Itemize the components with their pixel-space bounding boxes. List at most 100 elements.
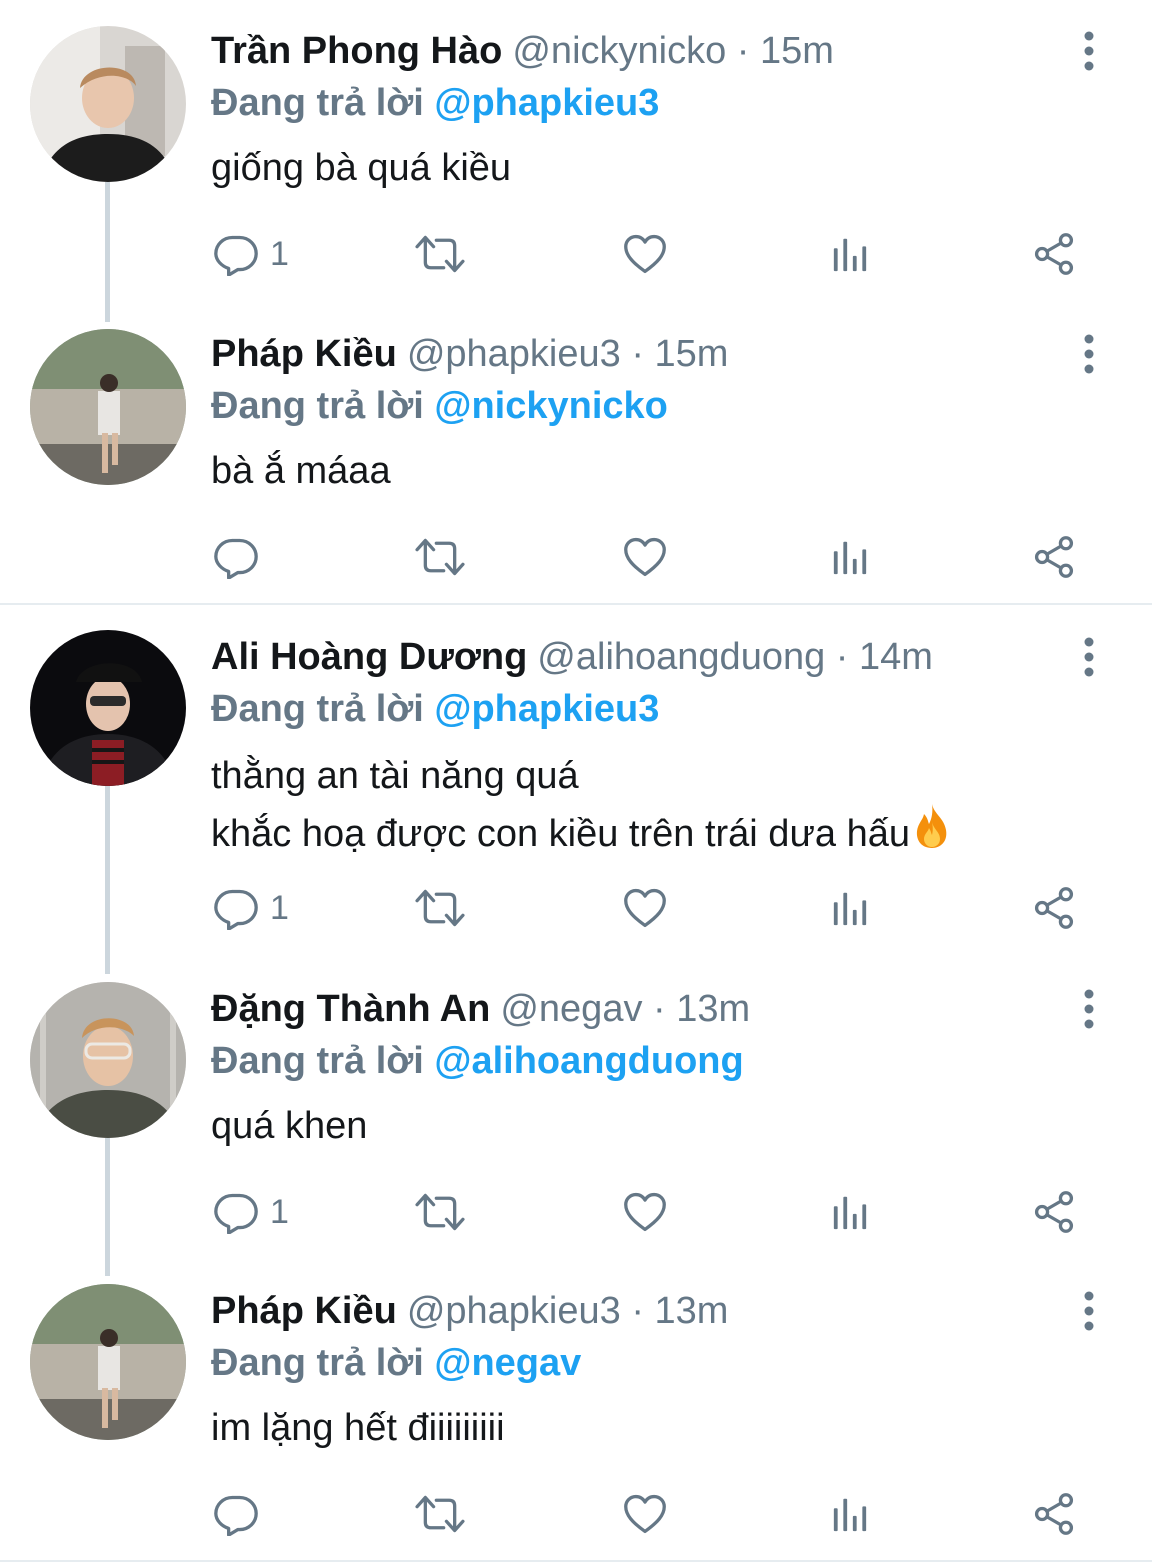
like-button[interactable] xyxy=(623,880,667,936)
avatar[interactable] xyxy=(30,26,186,182)
replying-to-label: Đang trả lời xyxy=(211,82,424,124)
analytics-button[interactable] xyxy=(831,1486,869,1542)
analytics-button[interactable] xyxy=(831,880,869,936)
display-name[interactable]: Trần Phong Hào xyxy=(211,30,502,72)
tweet[interactable]: Ali Hoàng Dương @alihoangduong · 14m Đang… xyxy=(0,606,1152,956)
tweet[interactable]: Pháp Kiều @phapkieu3 · 13m Đang trả lời @… xyxy=(0,1260,1152,1560)
more-options-icon[interactable] xyxy=(1074,333,1104,375)
retweet-button[interactable] xyxy=(414,1184,466,1240)
tweet-actions: 1 xyxy=(0,226,1152,282)
tweet-header: Đặng Thành An @negav · 13m xyxy=(211,986,750,1032)
reply-button[interactable]: 1 xyxy=(214,1184,289,1240)
tweet-actions xyxy=(0,1486,1152,1542)
tweet-text-line-2: khắc hoạ được con kiều trên trái dưa hấu xyxy=(211,802,954,860)
tweet-actions: 1 xyxy=(0,880,1152,936)
replying-to-label: Đang trả lời xyxy=(211,385,424,427)
avatar[interactable] xyxy=(30,1284,186,1440)
handle-time[interactable]: @phapkieu3 · 15m xyxy=(407,333,729,375)
replying-to: Đang trả lời @alihoangduong xyxy=(211,1038,744,1084)
replying-to-handle[interactable]: @negav xyxy=(434,1342,581,1384)
reply-icon xyxy=(214,232,258,276)
replying-to-handle[interactable]: @nickynicko xyxy=(434,385,667,427)
like-button[interactable] xyxy=(623,1184,667,1240)
reply-button[interactable]: 1 xyxy=(214,880,289,936)
retweet-icon xyxy=(414,1190,466,1234)
handle-time[interactable]: @alihoangduong · 14m xyxy=(537,636,933,678)
tweet-text: quá khen xyxy=(211,1105,368,1147)
replying-to-label: Đang trả lời xyxy=(211,688,424,730)
reply-button[interactable] xyxy=(214,529,270,585)
reply-count: 1 xyxy=(270,1192,289,1231)
replying-to: Đang trả lời @nickynicko xyxy=(211,383,668,429)
replying-to: Đang trả lời @negav xyxy=(211,1340,581,1386)
tweet-text: bà ắ máaa xyxy=(211,450,391,492)
like-button[interactable] xyxy=(623,226,667,282)
share-icon xyxy=(1032,1190,1076,1234)
tweet-text-line-2-text: khắc hoạ được con kiều trên trái dưa hấu xyxy=(211,813,910,855)
reply-button[interactable]: 1 xyxy=(214,226,289,282)
tweet-text-line-1: thằng an tài năng quá xyxy=(211,755,579,797)
analytics-icon xyxy=(831,538,869,576)
analytics-button[interactable] xyxy=(831,1184,869,1240)
fire-emoji xyxy=(916,804,947,848)
retweet-button[interactable] xyxy=(414,1486,466,1542)
more-options-icon[interactable] xyxy=(1074,988,1104,1030)
retweet-button[interactable] xyxy=(414,880,466,936)
analytics-icon xyxy=(831,889,869,927)
replying-to-handle[interactable]: @alihoangduong xyxy=(434,1040,743,1082)
retweet-icon xyxy=(414,232,466,276)
display-name[interactable]: Pháp Kiều xyxy=(211,333,397,375)
retweet-icon xyxy=(414,1492,466,1536)
share-button[interactable] xyxy=(1032,529,1076,585)
replying-to-handle[interactable]: @phapkieu3 xyxy=(434,688,659,730)
replying-to-handle[interactable]: @phapkieu3 xyxy=(434,82,659,124)
tweet-actions: 1 xyxy=(0,1184,1152,1240)
thread-divider xyxy=(0,603,1152,605)
share-icon xyxy=(1032,1492,1076,1536)
retweet-icon xyxy=(414,535,466,579)
share-button[interactable] xyxy=(1032,1486,1076,1542)
more-options-icon[interactable] xyxy=(1074,636,1104,678)
display-name[interactable]: Đặng Thành An xyxy=(211,988,490,1030)
tweet-header: Pháp Kiều @phapkieu3 · 15m xyxy=(211,331,728,377)
tweet[interactable]: Trần Phong Hào @nickynicko · 15m Đang trả… xyxy=(0,0,1152,300)
analytics-button[interactable] xyxy=(831,529,869,585)
reply-icon xyxy=(214,1190,258,1234)
avatar[interactable] xyxy=(30,982,186,1138)
tweet[interactable]: Đặng Thành An @negav · 13m Đang trả lời @… xyxy=(0,958,1152,1258)
display-name[interactable]: Pháp Kiều xyxy=(211,1290,397,1332)
display-name[interactable]: Ali Hoàng Dương xyxy=(211,636,527,678)
analytics-icon xyxy=(831,1193,869,1231)
like-button[interactable] xyxy=(623,529,667,585)
handle-time[interactable]: @nickynicko · 15m xyxy=(512,30,834,72)
avatar[interactable] xyxy=(30,630,186,786)
more-options-icon[interactable] xyxy=(1074,30,1104,72)
analytics-button[interactable] xyxy=(831,226,869,282)
like-icon xyxy=(623,535,667,579)
avatar-photo-icon xyxy=(30,630,186,786)
reply-count: 1 xyxy=(270,888,289,927)
tweet[interactable]: Pháp Kiều @phapkieu3 · 15m Đang trả lời @… xyxy=(0,303,1152,603)
handle-time[interactable]: @negav · 13m xyxy=(500,988,750,1030)
analytics-icon xyxy=(831,1495,869,1533)
handle-time[interactable]: @phapkieu3 · 13m xyxy=(407,1290,729,1332)
share-icon xyxy=(1032,886,1076,930)
like-icon xyxy=(623,1190,667,1234)
thread-divider xyxy=(0,1560,1152,1562)
reply-icon xyxy=(214,886,258,930)
like-icon xyxy=(623,232,667,276)
avatar[interactable] xyxy=(30,329,186,485)
share-icon xyxy=(1032,535,1076,579)
retweet-button[interactable] xyxy=(414,226,466,282)
retweet-button[interactable] xyxy=(414,529,466,585)
share-button[interactable] xyxy=(1032,226,1076,282)
like-button[interactable] xyxy=(623,1486,667,1542)
share-button[interactable] xyxy=(1032,880,1076,936)
avatar-photo-icon xyxy=(30,26,186,182)
reply-icon xyxy=(214,1492,258,1536)
reply-button[interactable] xyxy=(214,1486,270,1542)
share-button[interactable] xyxy=(1032,1184,1076,1240)
avatar-photo-icon xyxy=(30,329,186,485)
tweet-header: Pháp Kiều @phapkieu3 · 13m xyxy=(211,1288,728,1334)
more-options-icon[interactable] xyxy=(1074,1290,1104,1332)
